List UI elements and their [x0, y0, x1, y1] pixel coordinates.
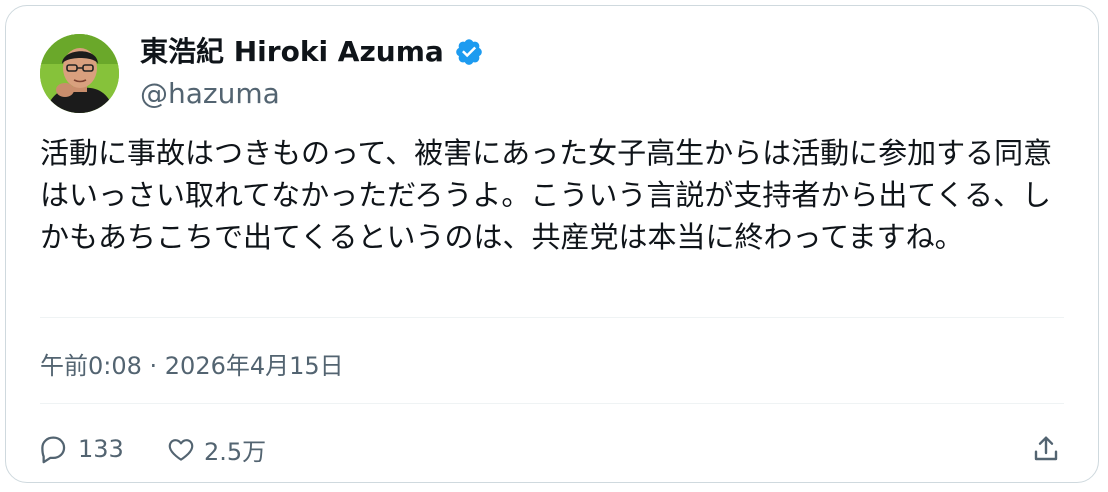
author-handle[interactable]: @hazuma [140, 76, 280, 112]
divider [40, 403, 1064, 404]
avatar-image [40, 34, 119, 113]
share-icon [1034, 436, 1058, 461]
heart-icon [168, 439, 194, 461]
like-count: 2.5万 [204, 437, 267, 466]
tweet-card[interactable]: 東浩紀 Hiroki Azuma @hazuma 活動に事故はつきものって、被害… [5, 5, 1099, 483]
like-button[interactable]: 2.5万 [166, 427, 266, 471]
reply-count: 133 [78, 435, 124, 463]
share-button[interactable] [1030, 427, 1062, 471]
display-name[interactable]: 東浩紀 Hiroki Azuma [140, 34, 444, 70]
verified-badge-icon [455, 39, 482, 65]
author-name-row[interactable]: 東浩紀 Hiroki Azuma [140, 34, 484, 70]
avatar[interactable] [40, 34, 119, 113]
reply-icon [41, 436, 66, 464]
divider [40, 317, 1064, 318]
tweet-timestamp[interactable]: 午前0:08 · 2026年4月15日 [40, 349, 344, 383]
tweet-text: 活動に事故はつきものって、被害にあった女子高生からは活動に参加する同意はいっさい… [40, 136, 1053, 254]
reply-button[interactable]: 133 [36, 427, 124, 471]
